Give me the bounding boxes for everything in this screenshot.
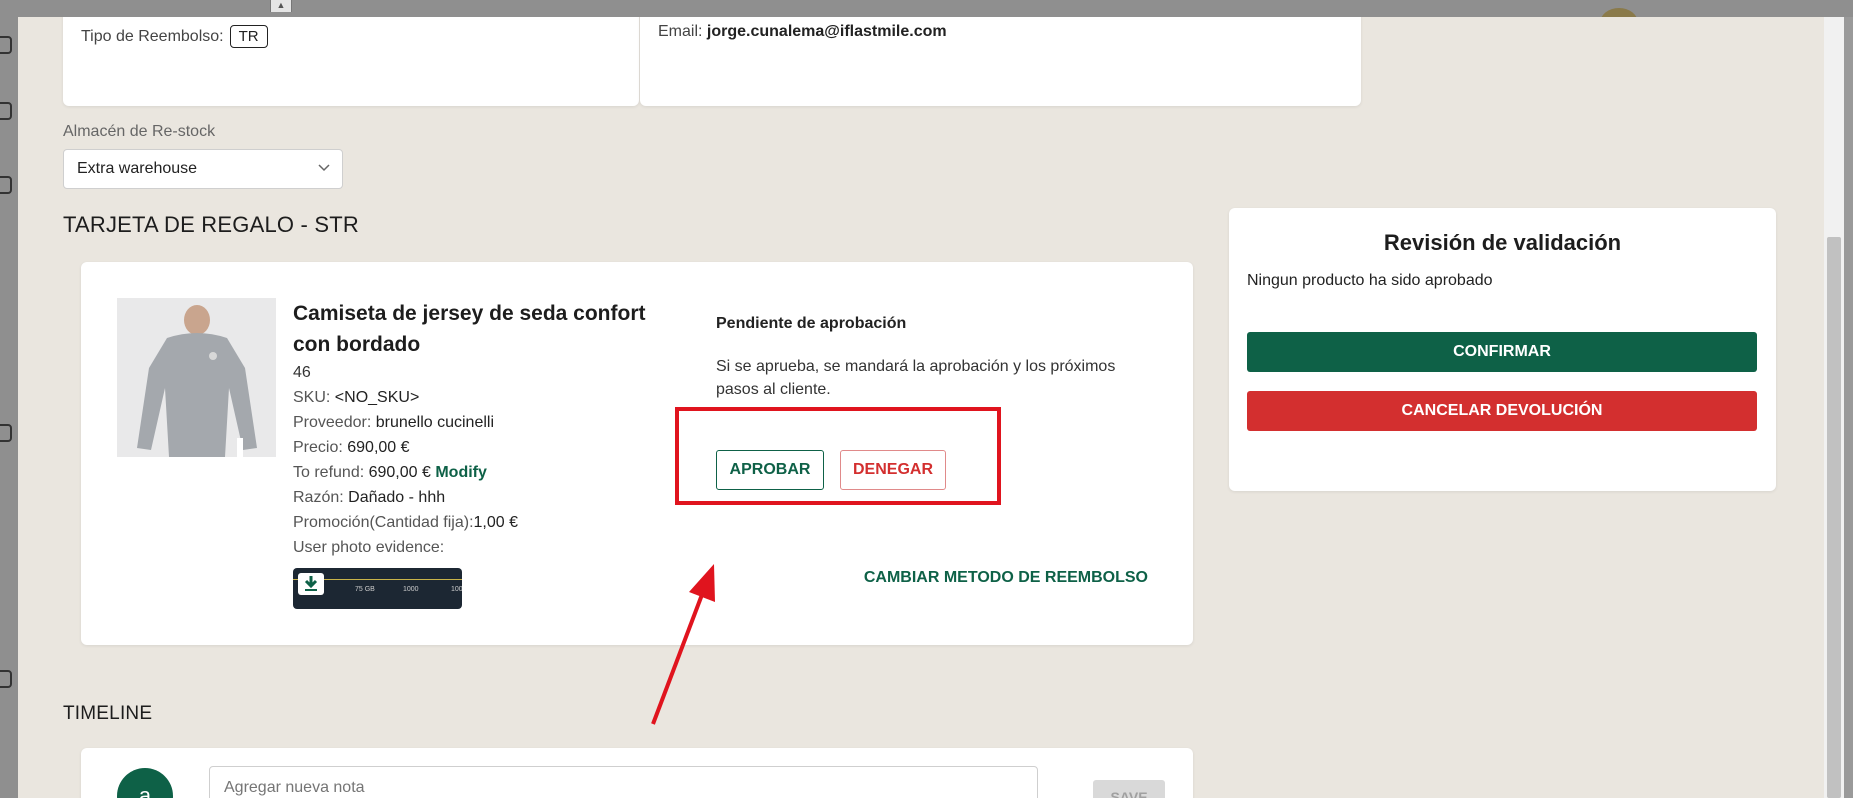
product-size: 46 [293, 364, 311, 381]
evidence-label: User photo evidence: [293, 539, 445, 556]
nav-icon [0, 670, 12, 688]
supplier-value: brunello cucinelli [375, 414, 495, 431]
section-title: TARJETA DE REGALO - STR [63, 212, 359, 237]
validation-review-card: Revisión de validación Ningun producto h… [1229, 208, 1776, 491]
email-label: Email: [658, 23, 703, 40]
evidence-text-c: 1000 [451, 586, 462, 593]
price-value: 690,00 € [347, 439, 410, 456]
nav-icon [0, 424, 12, 442]
return-detail-modal: Tipo de Reembolso: TR Email: jorge.cunal… [18, 17, 1844, 798]
chevron-down-icon [318, 164, 330, 172]
refund-type-card: Tipo de Reembolso: TR [63, 17, 639, 106]
evidence-text-b: 1000 [403, 586, 419, 593]
price-label: Precio: [293, 439, 343, 456]
product-title: Camiseta de jersey de seda confort con b… [293, 302, 646, 356]
nav-icon [0, 36, 12, 54]
annotation-arrow [651, 564, 715, 725]
cancel-return-button[interactable]: CANCELAR DEVOLUCIÓN [1247, 391, 1757, 431]
refund-type-badge: TR [229, 25, 268, 48]
supplier-label: Proveedor: [293, 414, 372, 431]
timeline-title: TIMELINE [63, 703, 153, 724]
approval-description: Si se aprueba, se mandará la aprobación … [716, 358, 1116, 398]
restock-label: Almacén de Re-stock [63, 123, 216, 140]
product-image [117, 298, 276, 457]
restock-select[interactable]: Extra warehouse [63, 149, 343, 189]
refund-value: 690,00 € [368, 464, 431, 481]
modal-scrollbar[interactable] [1824, 17, 1844, 798]
nav-icon [0, 102, 12, 120]
sku-value: <NO_SKU> [334, 389, 420, 406]
scrollbar-thumb[interactable] [1827, 237, 1841, 798]
backdrop-left-nav [0, 0, 18, 798]
timeline-card: a SAVE [81, 748, 1193, 798]
download-icon[interactable] [298, 573, 324, 595]
email-value[interactable]: jorge.cunalema@iflastmile.com [707, 23, 947, 40]
restock-selected-value: Extra warehouse [77, 160, 198, 177]
product-info: Camiseta de jersey de seda confort con b… [293, 298, 683, 560]
reason-value: Dañado - hhh [348, 489, 446, 506]
evidence-text-a: 75 GB [355, 586, 375, 593]
refund-label: To refund: [293, 464, 365, 481]
save-note-button[interactable]: SAVE [1093, 780, 1165, 798]
product-card: Camiseta de jersey de seda confort con b… [81, 262, 1193, 645]
approval-status: Pendiente de aprobación [716, 315, 907, 332]
validation-message: Ningun producto ha sido aprobado [1247, 272, 1493, 289]
sku-label: SKU: [293, 389, 331, 406]
reason-label: Razón: [293, 489, 344, 506]
change-refund-method-button[interactable]: CAMBIAR METODO DE REEMBOLSO [864, 569, 1148, 587]
confirm-button[interactable]: CONFIRMAR [1247, 332, 1757, 372]
nav-icon [0, 176, 12, 194]
promo-label: Promoción(Cantidad fija): [293, 514, 474, 531]
contact-card: Email: jorge.cunalema@iflastmile.com [640, 17, 1361, 106]
validation-title: Revisión de validación [1383, 230, 1622, 255]
refund-type-label: Tipo de Reembolso: [81, 27, 224, 45]
user-avatar: a [117, 768, 173, 798]
note-input[interactable] [209, 766, 1038, 798]
evidence-thumbnail[interactable]: 75 GB 1000 1000 [293, 568, 462, 609]
highlight-box [675, 407, 1001, 505]
promo-value: 1,00 € [473, 514, 519, 531]
scroll-up-arrow-icon[interactable]: ▲ [270, 0, 292, 12]
modify-refund-link[interactable]: Modify [435, 464, 487, 481]
